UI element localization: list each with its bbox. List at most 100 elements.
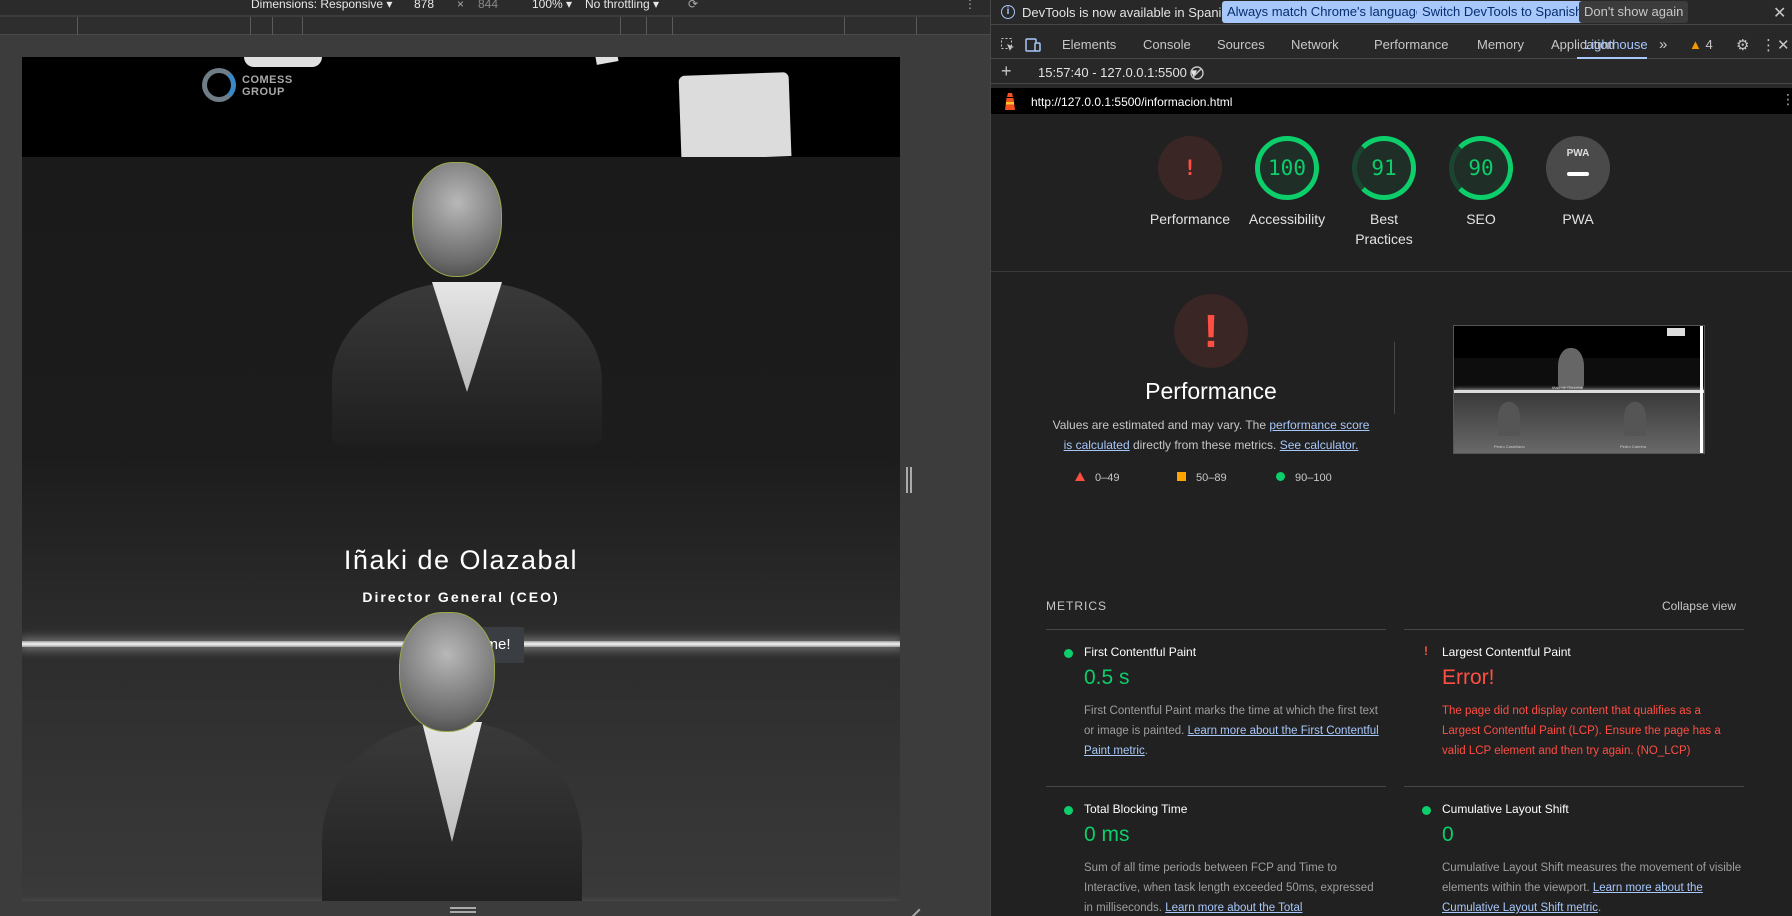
rotate-icon[interactable]: ⟳ (688, 0, 698, 11)
switch-spanish-button[interactable]: Switch DevTools to Spanish (1417, 1, 1588, 23)
pwa-badge-icon: PWA (1566, 148, 1590, 159)
gauge-accessibility-value: 100 (1268, 156, 1306, 180)
collapse-view-toggle[interactable]: Collapse view (1662, 599, 1736, 613)
pass-circle-icon (1064, 649, 1073, 658)
ceo-photo (332, 162, 622, 452)
metric-tbt-name: Total Blocking Time (1084, 802, 1188, 816)
tab-console[interactable]: Console (1143, 37, 1191, 52)
legend-fail: 0–49 (1075, 472, 1119, 484)
score-gauges: ! Performance 100 Accessibility 91 Best … (991, 114, 1792, 272)
inspect-element-icon[interactable] (1000, 37, 1016, 53)
width-input[interactable]: 878 (414, 0, 434, 11)
legend-fail-label: 0–49 (1095, 472, 1120, 484)
close-devtools-icon[interactable]: ✕ (1777, 36, 1790, 54)
gauge-performance[interactable]: ! Performance (1135, 136, 1245, 229)
perf-desc-middle: directly from these metrics. (1132, 438, 1277, 452)
gauge-best-practices-label: Best Practices (1355, 211, 1413, 247)
throttling-dropdown[interactable]: No throttling ▾ (585, 0, 659, 11)
person-role: Director General (CEO) (362, 589, 560, 605)
person-name: Iñaki de Olazabal (343, 545, 579, 575)
page-viewport: COMESS GROUP Iñaki de Olazabal Director G… (22, 57, 900, 901)
report-selector[interactable]: 15:57:40 - 127.0.0.1:5500 ▾ (1038, 65, 1197, 81)
performance-error-icon: ! (1203, 305, 1219, 357)
gauge-accessibility[interactable]: 100 Accessibility (1232, 136, 1342, 229)
resize-handle-right[interactable] (906, 467, 912, 493)
gauge-best-practices-value: 91 (1371, 156, 1397, 180)
metrics-header: METRICS Collapse view (1046, 599, 1736, 619)
gauge-seo-value: 90 (1468, 156, 1494, 180)
learn-more-tbt-link[interactable]: Learn more about the Total (1165, 902, 1302, 914)
metric-lcp: ! Largest Contentful Paint Error! The pa… (1404, 629, 1744, 787)
final-screenshot-thumbnail[interactable]: Iñaki de Olazabal Pedro Castellano Pedro… (1453, 325, 1705, 454)
media-query-ruler[interactable] (0, 17, 990, 35)
zoom-dropdown[interactable]: 100% ▾ (532, 0, 572, 11)
device-toolbar-icon[interactable] (1025, 37, 1041, 53)
new-report-icon[interactable]: + (1001, 61, 1012, 82)
gauge-pwa-label: PWA (1562, 211, 1594, 227)
tab-elements[interactable]: Elements (1062, 37, 1116, 52)
team-member-photo (322, 612, 622, 901)
active-tab-indicator (1577, 57, 1647, 59)
device-toolbar: Dimensions: Responsive ▾ 878 × 844 100% … (0, 0, 990, 15)
warning-icon: ▲ (1689, 37, 1702, 52)
lighthouse-toolbar: + 15:57:40 - 127.0.0.1:5500 ▾ (991, 60, 1792, 84)
resize-handle-corner[interactable] (903, 901, 921, 916)
metric-tbt: Total Blocking Time 0 ms Sum of all time… (1046, 786, 1386, 916)
dimensions-dropdown[interactable]: Dimensions: Responsive ▾ (251, 0, 392, 11)
legend-average: 50–89 (1177, 472, 1227, 484)
close-icon[interactable]: ✕ (1773, 3, 1786, 23)
infobar-message: DevTools is now available in Spanish! (1022, 5, 1239, 20)
gauge-best-practices[interactable]: 91 Best Practices (1329, 136, 1439, 249)
pass-circle-icon (1422, 806, 1431, 815)
gauge-seo[interactable]: 90 SEO (1426, 136, 1536, 229)
lighthouse-icon (1005, 93, 1015, 110)
legend-pass-label: 90–100 (1295, 472, 1332, 484)
metric-cls-value: 0 (1442, 823, 1454, 846)
language-infobar: i DevTools is now available in Spanish! … (991, 0, 1792, 25)
gauge-pwa[interactable]: PWA PWA (1523, 136, 1633, 229)
metric-fcp-description: First Contentful Paint marks the time at… (1084, 705, 1379, 757)
more-options-icon[interactable]: ⋮ (964, 0, 976, 11)
warnings-counter[interactable]: ▲ 4 (1689, 37, 1713, 52)
logo-text-line1: COMESS (242, 74, 293, 86)
tab-lighthouse[interactable]: Lighthouse (1584, 37, 1648, 52)
metric-fcp-value: 0.5 s (1084, 666, 1130, 689)
dont-show-again-button[interactable]: Don't show again (1579, 1, 1689, 23)
see-calculator-link[interactable]: See calculator. (1280, 438, 1359, 452)
site-header: COMESS GROUP (22, 57, 900, 160)
metric-cls-name: Cumulative Layout Shift (1442, 802, 1569, 816)
decorative-shape (244, 57, 322, 67)
customize-menu-icon[interactable]: ⋮ (1761, 36, 1776, 54)
performance-description: Values are estimated and may vary. The p… (1051, 415, 1371, 455)
metric-cls-description: Cumulative Layout Shift measures the mov… (1442, 862, 1742, 914)
settings-icon[interactable]: ⚙ (1736, 36, 1749, 54)
match-language-button[interactable]: Always match Chrome's language (1222, 1, 1429, 23)
devtools-panel: i DevTools is now available in Spanish! … (990, 0, 1792, 916)
warning-count: 4 (1705, 37, 1713, 52)
resize-handle-bottom[interactable] (450, 907, 476, 913)
metric-lcp-description: The page did not display content that qu… (1442, 705, 1721, 757)
report-url-bar: http://127.0.0.1:5500/informacion.html ⋮ (991, 88, 1792, 114)
report-menu-icon[interactable]: ⋮ (1781, 91, 1792, 108)
legend-pass: 90–100 (1276, 472, 1332, 484)
report-selector-label: 15:57:40 - 127.0.0.1:5500 (1038, 65, 1187, 80)
tab-network[interactable]: Network (1291, 37, 1339, 52)
error-icon: ! (1424, 644, 1428, 658)
more-tabs-icon[interactable]: » (1659, 36, 1667, 53)
report-url[interactable]: http://127.0.0.1:5500/informacion.html (1031, 95, 1232, 109)
metric-lcp-name: Largest Contentful Paint (1442, 645, 1571, 659)
throttling-value: No throttling (585, 0, 650, 11)
dimensions-label: Dimensions: Responsive (251, 0, 384, 11)
tab-sources[interactable]: Sources (1217, 37, 1265, 52)
tab-performance[interactable]: Performance (1374, 37, 1448, 52)
devtools-tabbar: Elements Console Sources Network Perform… (991, 33, 1792, 59)
metric-tbt-value: 0 ms (1084, 823, 1130, 846)
tab-memory[interactable]: Memory (1477, 37, 1524, 52)
site-logo[interactable]: COMESS GROUP (202, 66, 312, 106)
height-input[interactable]: 844 (478, 0, 498, 11)
pass-circle-icon (1064, 806, 1073, 815)
metric-fcp: First Contentful Paint 0.5 s First Conte… (1046, 629, 1386, 787)
performance-title: Performance (1145, 378, 1277, 404)
clear-reports-icon[interactable] (1190, 66, 1204, 80)
score-legend: 0–49 50–89 90–100 (1075, 472, 1405, 492)
